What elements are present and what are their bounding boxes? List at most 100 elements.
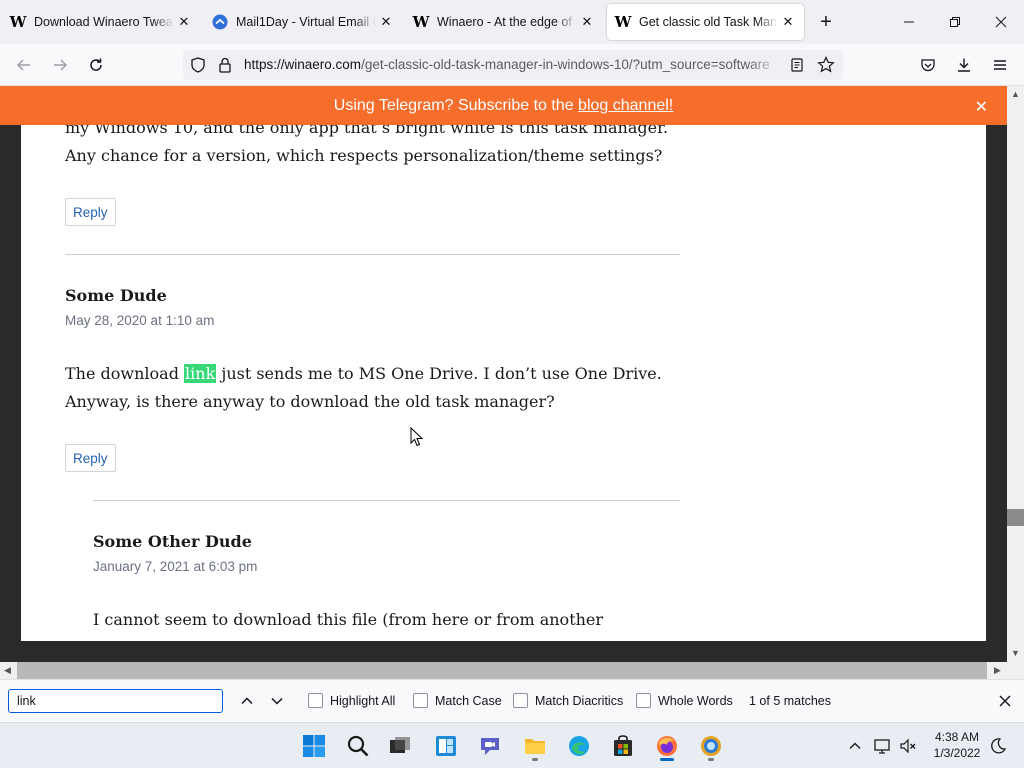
horizontal-scroll-thumb[interactable] bbox=[17, 662, 987, 679]
checkbox-box[interactable] bbox=[413, 693, 428, 708]
close-notice-icon[interactable]: ✕ bbox=[975, 97, 988, 117]
scroll-up-icon[interactable]: ▲ bbox=[1011, 89, 1020, 99]
telegram-notice-bar: Using Telegram? Subscribe to the blog ch… bbox=[0, 86, 1007, 125]
edge-button[interactable] bbox=[563, 730, 595, 762]
restore-button[interactable] bbox=[932, 0, 978, 44]
find-bar: Highlight All Match Case Match Diacritic… bbox=[0, 679, 1024, 722]
tab-winaero-home[interactable]: W Winaero - At the edge of tw ✕ bbox=[405, 4, 603, 40]
match-case-checkbox[interactable]: Match Case bbox=[413, 693, 502, 708]
firefox-button[interactable] bbox=[651, 730, 683, 762]
minimize-icon bbox=[904, 21, 914, 23]
comment-text: Any chance for a version, which respects… bbox=[65, 146, 663, 165]
comment-divider bbox=[65, 254, 680, 255]
text-segment: just sends me to MS One Drive. I don’t u… bbox=[216, 364, 662, 383]
address-bar[interactable]: https://winaero.com/get-classic-old-task… bbox=[183, 50, 843, 80]
find-match-status: 1 of 5 matches bbox=[749, 694, 831, 708]
close-tab-icon[interactable]: ✕ bbox=[378, 14, 394, 30]
menu-button[interactable] bbox=[986, 51, 1014, 79]
back-button[interactable] bbox=[10, 51, 38, 79]
reply-button[interactable]: Reply bbox=[65, 198, 116, 226]
scroll-down-icon[interactable]: ▼ bbox=[1011, 648, 1020, 658]
scroll-right-icon[interactable]: ▶ bbox=[994, 665, 1001, 676]
find-previous-button[interactable] bbox=[236, 690, 258, 712]
show-hidden-icons-button[interactable] bbox=[845, 736, 865, 756]
comment-author: Some Dude bbox=[65, 286, 167, 305]
url-domain: https://winaero.com bbox=[244, 57, 362, 72]
network-button[interactable] bbox=[872, 736, 892, 756]
scroll-left-icon[interactable]: ◀ bbox=[4, 665, 11, 676]
forward-button[interactable] bbox=[46, 51, 74, 79]
checkbox-box[interactable] bbox=[636, 693, 651, 708]
edge-icon bbox=[569, 736, 589, 756]
minimize-button[interactable] bbox=[886, 0, 932, 44]
chat-icon bbox=[481, 738, 499, 755]
active-app-indicator bbox=[660, 758, 674, 761]
tab-strip: W Download Winaero Tweaker ✕ Mail1Day - … bbox=[0, 0, 1024, 44]
horizontal-scrollbar[interactable]: ◀ ▶ bbox=[0, 662, 1024, 679]
close-icon bbox=[999, 695, 1011, 707]
notice-text: Using Telegram? Subscribe to the bbox=[333, 96, 579, 114]
checkbox-label: Match Diacritics bbox=[535, 693, 624, 708]
app-button[interactable] bbox=[695, 730, 727, 762]
close-tab-icon[interactable]: ✕ bbox=[176, 14, 192, 30]
pocket-button[interactable] bbox=[914, 51, 942, 79]
url-text[interactable]: https://winaero.com/get-classic-old-task… bbox=[244, 57, 784, 72]
new-tab-button[interactable]: + bbox=[814, 10, 838, 34]
find-input[interactable] bbox=[8, 689, 223, 713]
comment-date-link[interactable]: May 28, 2020 at 1:10 am bbox=[65, 313, 214, 328]
checkbox-box[interactable] bbox=[308, 693, 323, 708]
blog-channel-link[interactable]: blog channel! bbox=[578, 97, 673, 115]
task-view-button[interactable] bbox=[384, 730, 416, 762]
match-diacritics-checkbox[interactable]: Match Diacritics bbox=[513, 693, 623, 708]
shield-icon[interactable] bbox=[190, 57, 206, 78]
comments-section: my Windows 10, and the only app that’s b… bbox=[21, 86, 986, 641]
close-tab-icon[interactable]: ✕ bbox=[579, 14, 595, 30]
search-icon bbox=[347, 735, 369, 757]
search-button[interactable] bbox=[342, 730, 374, 762]
close-tab-icon[interactable]: ✕ bbox=[780, 14, 796, 30]
chat-button[interactable] bbox=[474, 730, 506, 762]
checkbox-label: Whole Words bbox=[658, 693, 733, 708]
close-icon bbox=[995, 16, 1007, 28]
folder-icon bbox=[525, 739, 545, 754]
notifications-button[interactable] bbox=[988, 736, 1008, 756]
reply-button[interactable]: Reply bbox=[65, 444, 116, 472]
store-button[interactable] bbox=[607, 730, 639, 762]
download-icon bbox=[958, 58, 970, 72]
find-highlight-link[interactable]: link bbox=[184, 364, 217, 383]
close-window-button[interactable] bbox=[978, 0, 1024, 44]
close-find-bar-button[interactable] bbox=[994, 690, 1016, 712]
widgets-button[interactable] bbox=[430, 730, 462, 762]
highlight-all-checkbox[interactable]: Highlight All bbox=[308, 693, 395, 708]
running-indicator bbox=[532, 758, 538, 761]
tab-mail1day[interactable]: Mail1Day - Virtual Email Ge ✕ bbox=[204, 4, 402, 40]
volume-muted-icon bbox=[900, 738, 916, 754]
task-view-icon bbox=[390, 737, 410, 753]
firefox-icon bbox=[657, 736, 677, 756]
checkbox-box[interactable] bbox=[513, 693, 528, 708]
network-icon bbox=[874, 739, 890, 754]
find-next-button[interactable] bbox=[266, 690, 288, 712]
tab-download-winaero-tweaker[interactable]: W Download Winaero Tweaker ✕ bbox=[2, 4, 200, 40]
file-explorer-button[interactable] bbox=[519, 730, 551, 762]
forward-arrow-icon bbox=[54, 59, 68, 71]
vertical-scrollbar[interactable]: ▲ ▼ bbox=[1007, 86, 1024, 662]
start-button[interactable] bbox=[298, 730, 330, 762]
winaero-w-icon: W bbox=[412, 13, 430, 31]
downloads-button[interactable] bbox=[950, 51, 978, 79]
chevron-up-icon bbox=[849, 742, 861, 749]
reader-view-icon[interactable] bbox=[789, 57, 805, 78]
comment-date-link[interactable]: January 7, 2021 at 6:03 pm bbox=[93, 559, 257, 574]
quiet-hours-moon-icon bbox=[991, 738, 1007, 754]
vertical-scroll-thumb[interactable] bbox=[1007, 509, 1024, 526]
taskbar-clock[interactable]: 4:38 AM 1/3/2022 bbox=[925, 729, 989, 761]
url-path: /get-classic-old-task-manager-in-windows… bbox=[361, 57, 770, 72]
bookmark-star-icon[interactable] bbox=[817, 56, 835, 79]
volume-button[interactable] bbox=[898, 736, 918, 756]
whole-words-checkbox[interactable]: Whole Words bbox=[636, 693, 733, 708]
tab-get-classic-task-manager[interactable]: W Get classic old Task Manage ✕ bbox=[607, 4, 804, 40]
reload-button[interactable] bbox=[82, 51, 110, 79]
lock-icon[interactable] bbox=[218, 57, 232, 78]
back-arrow-icon bbox=[16, 59, 30, 71]
windows-logo-icon bbox=[303, 735, 325, 757]
